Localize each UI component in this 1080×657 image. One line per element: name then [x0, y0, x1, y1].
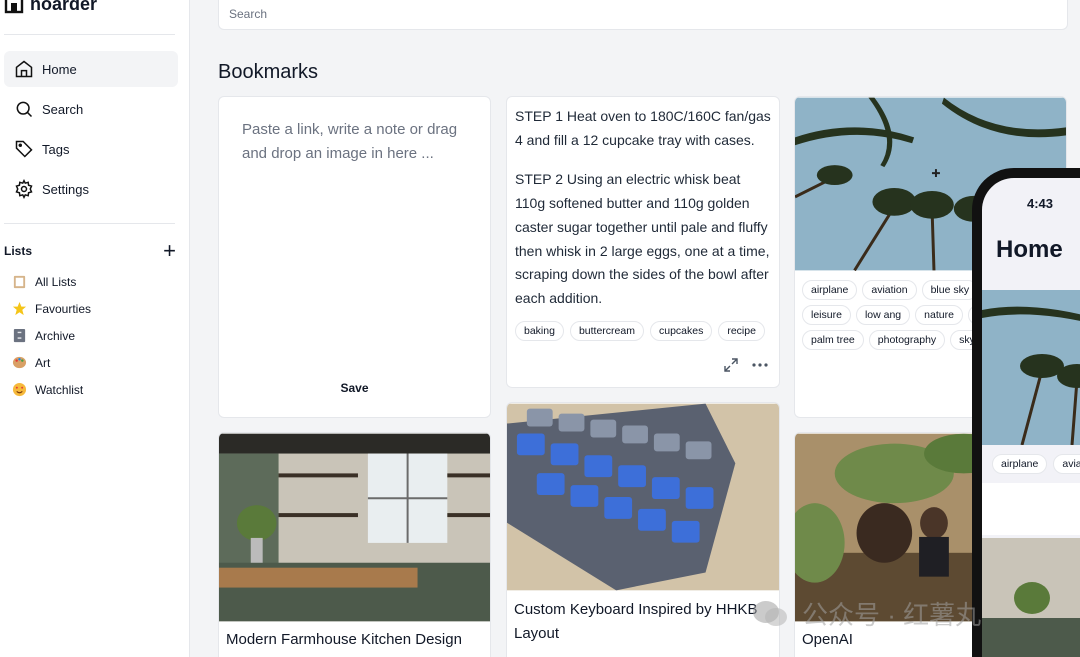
tag-chip[interactable]: palm tree: [802, 330, 864, 350]
sidebar-item-label: Search: [42, 101, 84, 117]
sidebar: hoarder Home Search Tags Settings Lists …: [0, 0, 190, 657]
sidebar-item-label: Tags: [42, 141, 70, 157]
tag-chip[interactable]: photography: [868, 330, 946, 350]
list-item-watchlist[interactable]: Watchlist: [12, 382, 83, 397]
watermark-text: 公众号 · 红薯丸: [802, 600, 982, 630]
phone-palm-image: [982, 290, 1080, 445]
sidebar-item-label: Home: [42, 61, 77, 77]
phone-screen: 4:43 Home airplane avia: [982, 178, 1080, 657]
tag-chip[interactable]: cupcakes: [649, 320, 713, 341]
note-card[interactable]: STEP 1 Heat oven to 180C/160C fan/gas 4 …: [506, 96, 780, 388]
tag-chip[interactable]: leisure: [802, 305, 851, 325]
tag-icon: [15, 140, 33, 158]
search-input[interactable]: Search: [218, 0, 1068, 30]
sidebar-divider: [4, 34, 175, 35]
note-step-2: STEP 2 Using an electric whisk beat 110g…: [515, 171, 770, 306]
kitchen-image: [219, 433, 490, 622]
new-bookmark-editor[interactable]: Paste a link, write a note or drag and d…: [218, 96, 491, 418]
phone-time: 4:43: [1027, 196, 1054, 211]
editor-placeholder[interactable]: Paste a link, write a note or drag and d…: [242, 118, 468, 166]
list-item-favourites[interactable]: Favourties: [12, 301, 91, 316]
sidebar-item-search[interactable]: Search: [4, 91, 178, 127]
bookmark-title[interactable]: Custom Keyboard Inspired by HHKB Layout: [514, 598, 776, 646]
heart-eyes-icon: [12, 382, 27, 397]
tag-chip[interactable]: airplane: [802, 280, 858, 300]
tag-chip[interactable]: nature: [915, 305, 963, 325]
list-item-label: Watchlist: [35, 382, 84, 397]
phone-card-footer: [982, 483, 1080, 535]
lists-title: Lists: [4, 244, 33, 258]
expand-icon[interactable]: [723, 357, 739, 373]
tag-chip[interactable]: buttercream: [569, 320, 644, 341]
phone-tag-list: airplane avia: [992, 454, 1080, 474]
keyboard-image: [507, 403, 779, 591]
gear-icon: [15, 179, 33, 199]
tag-list: baking buttercream cupcakes recipe: [515, 320, 771, 341]
logo-icon: [4, 0, 24, 13]
search-placeholder: Search: [229, 7, 268, 21]
list-item-all-lists[interactable]: All Lists: [12, 274, 76, 289]
page-title: Bookmarks: [218, 61, 319, 83]
save-button[interactable]: Save: [219, 381, 490, 395]
chat-bubble-icon: [753, 600, 787, 626]
list-item-label: All Lists: [35, 274, 77, 289]
app-logo[interactable]: hoarder: [4, 0, 97, 15]
list-item-label: Art: [35, 355, 51, 370]
link-card-keyboard[interactable]: Custom Keyboard Inspired by HHKB Layout: [506, 402, 780, 657]
list-item-archive[interactable]: Archive: [12, 328, 75, 343]
lists-header: Lists +: [4, 240, 176, 262]
sidebar-item-label: Settings: [42, 181, 89, 197]
app-name: hoarder: [30, 0, 98, 14]
palette-icon: [12, 356, 27, 369]
more-options-icon[interactable]: [752, 362, 768, 368]
star-icon: [12, 301, 27, 316]
bookmark-title[interactable]: Modern Farmhouse Kitchen Design: [226, 628, 462, 652]
add-list-button[interactable]: +: [163, 240, 176, 262]
tag-chip[interactable]: airplane: [992, 454, 1048, 474]
sidebar-item-home[interactable]: Home: [4, 51, 178, 87]
tag-chip[interactable]: aviation: [862, 280, 917, 300]
clipboard-icon: [13, 275, 26, 289]
tag-chip[interactable]: blue sky: [921, 280, 979, 300]
watermark: 公众号 · 红薯丸: [752, 595, 981, 632]
tag-chip[interactable]: avia: [1053, 454, 1080, 474]
sidebar-item-settings[interactable]: Settings: [4, 171, 178, 207]
sidebar-divider: [4, 223, 175, 224]
link-card-kitchen[interactable]: Modern Farmhouse Kitchen Design: [218, 432, 491, 657]
tag-chip[interactable]: recipe: [718, 320, 765, 341]
phone-title: Home: [996, 236, 1063, 263]
list-item-label: Favourties: [35, 301, 92, 316]
sidebar-item-tags[interactable]: Tags: [4, 131, 178, 167]
tag-chip[interactable]: baking: [515, 320, 564, 341]
home-icon: [15, 60, 33, 78]
phone-kitchen-image: [982, 538, 1080, 657]
note-step-1: STEP 1 Heat oven to 180C/160C fan/gas 4 …: [515, 108, 771, 148]
search-icon: [16, 101, 33, 118]
list-item-art[interactable]: Art: [12, 355, 50, 370]
list-item-label: Archive: [35, 328, 76, 343]
archive-icon: [13, 328, 26, 343]
phone-mockup: 4:43 Home airplane avia: [972, 168, 1080, 657]
tag-chip[interactable]: low ang: [855, 305, 911, 325]
